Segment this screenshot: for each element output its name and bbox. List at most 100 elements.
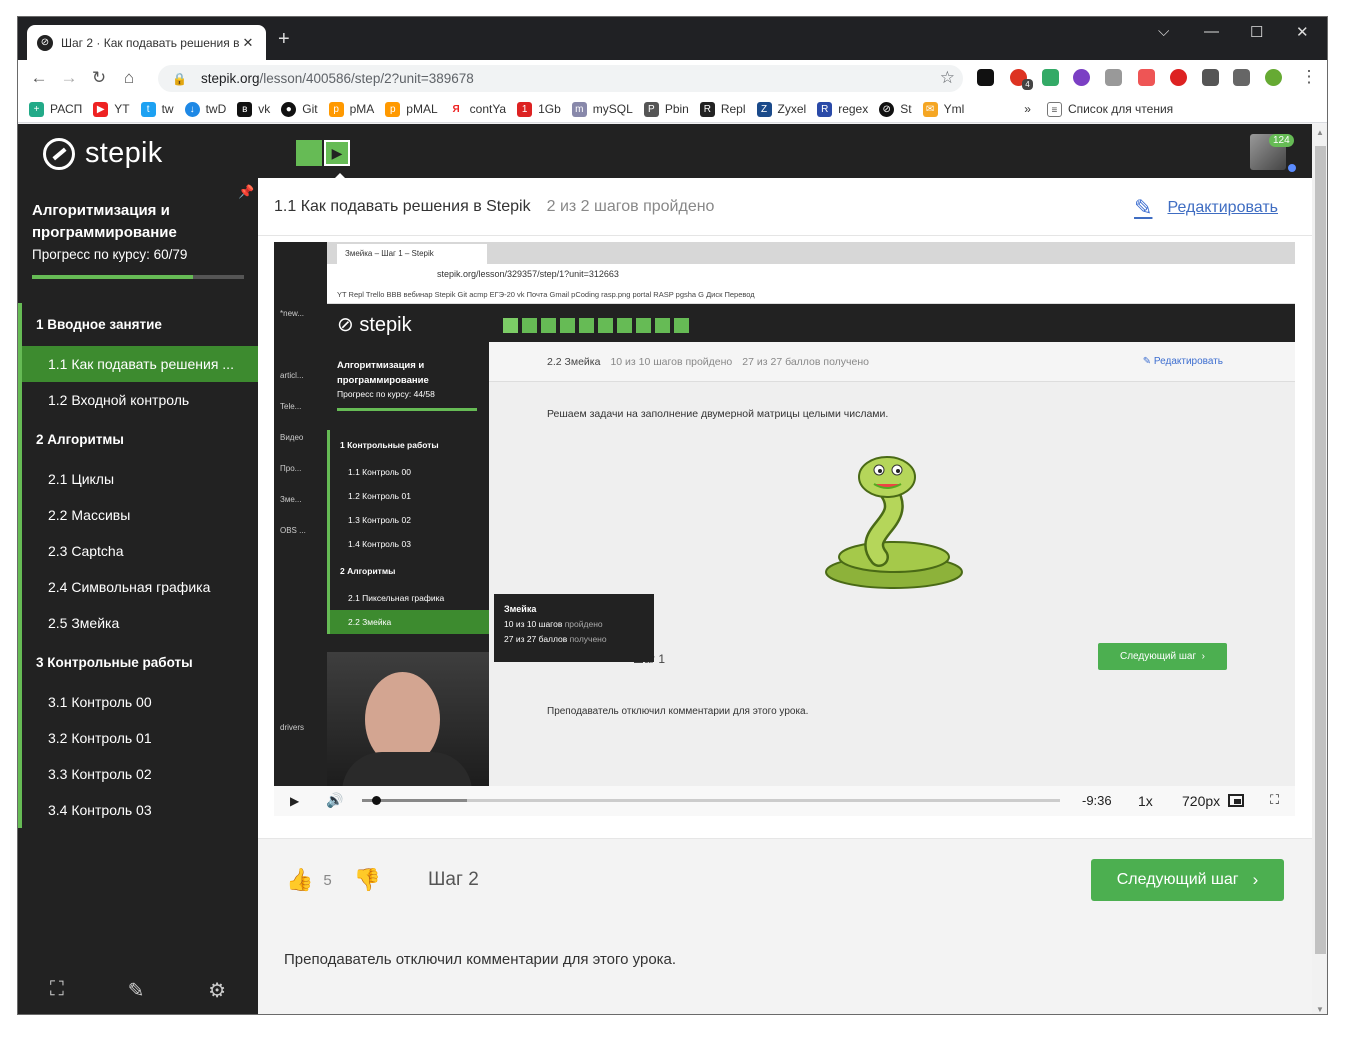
step-square-1[interactable] <box>296 140 322 166</box>
quality-button[interactable]: 720px <box>1182 793 1220 809</box>
video-step-square <box>616 317 633 334</box>
fullscreen-icon[interactable]: ⛶ <box>50 978 64 1003</box>
new-tab-icon[interactable]: + <box>278 28 290 51</box>
sidebar-section[interactable]: 3 Контрольные работы <box>18 641 258 684</box>
reading-list-toolbar-icon[interactable] <box>1233 69 1250 86</box>
video-comments-off: Преподаватель отключил комментарии для э… <box>547 706 809 717</box>
bookmark-item[interactable]: Rregex <box>817 101 868 117</box>
settings-gear-icon[interactable]: ⚙ <box>208 978 226 1003</box>
bookmark-item[interactable]: ✉ Yml <box>922 101 964 117</box>
address-bar[interactable]: 🔒 stepik.org/lesson/400586/step/2?unit=3… <box>158 65 963 92</box>
video-taskbar-item <box>274 329 327 360</box>
video-step-square <box>502 317 519 334</box>
bookmark-star-icon[interactable]: ☆ <box>940 68 955 88</box>
back-icon[interactable]: ← <box>24 68 54 88</box>
seek-bar[interactable] <box>362 796 1060 805</box>
bookmark-item[interactable]: ● Git <box>281 101 318 117</box>
video-player[interactable]: *new... articl... Tele... Видео Про... Зме...… <box>274 242 1295 816</box>
thumbs-up-icon[interactable]: 👍 <box>286 867 313 893</box>
sidebar-lesson[interactable]: 2.2 Массивы <box>18 497 258 533</box>
bookmark-item[interactable]: ⊘ St <box>879 101 912 117</box>
bookmark-item[interactable]: R Repl <box>699 101 746 117</box>
scroll-down-icon[interactable]: ▼ <box>1316 1005 1324 1014</box>
seek-knob[interactable] <box>372 796 382 805</box>
bookmark-item[interactable]: p pMA <box>328 101 374 117</box>
yandex-icon: Я <box>448 101 464 117</box>
sidebar-lesson[interactable]: 2.4 Символьная графика <box>18 569 258 605</box>
time-remaining: -9:36 <box>1082 793 1112 808</box>
bookmark-item[interactable]: P Pbin <box>643 101 689 117</box>
step-footer: 👍 5 👎 Шаг 2 Следующий шаг › Преподаватель… <box>258 839 1312 1014</box>
thumbs-down-icon[interactable]: 👎 <box>354 867 381 893</box>
page-scrollbar[interactable]: ▲ ▼ <box>1312 124 1327 1014</box>
bookmark-item[interactable]: m mySQL <box>571 101 633 117</box>
twitter-icon: t <box>140 101 156 117</box>
stepik-logo[interactable]: stepik <box>43 137 163 170</box>
extension-6-icon[interactable] <box>1170 69 1187 86</box>
pencil-icon: ✎ <box>1134 195 1153 220</box>
sidebar-lesson[interactable]: 1.1 Как подавать решения ... <box>18 346 268 382</box>
video-address-bar: stepik.org/lesson/329357/step/1?unit=312… <box>327 264 1295 286</box>
minimize-icon[interactable]: — <box>1204 23 1219 40</box>
video-step-square <box>578 317 595 334</box>
browser-tab[interactable]: ⊘ Шаг 2 · Как подавать решения в Stepik … <box>27 25 266 60</box>
volume-icon[interactable]: 🔊 <box>326 792 343 809</box>
extension-3-icon[interactable] <box>1073 69 1090 86</box>
sidebar-lesson[interactable]: 2.1 Циклы <box>18 461 258 497</box>
profile-icon[interactable] <box>1265 69 1282 86</box>
bookmark-item[interactable]: ЯcontYa <box>448 101 506 117</box>
video-nav-lesson: 1.4 Контроль 03 <box>327 532 489 556</box>
next-step-button[interactable]: Следующий шаг › <box>1091 859 1284 901</box>
extension-2-icon[interactable] <box>1042 69 1059 86</box>
picture-in-picture-icon[interactable] <box>1228 794 1244 807</box>
bookmark-item[interactable]: ▶ YT <box>93 101 130 117</box>
sidebar-lesson[interactable]: 3.1 Контроль 00 <box>18 684 258 720</box>
maximize-icon[interactable]: ☐ <box>1250 23 1263 41</box>
bookmark-item[interactable]: 1 1Gb <box>517 101 561 117</box>
sidebar-lesson[interactable]: 3.3 Контроль 02 <box>18 756 258 792</box>
scroll-thumb[interactable] <box>1315 146 1326 954</box>
step-square-2[interactable]: ▶ <box>324 140 350 166</box>
forward-icon[interactable]: → <box>54 68 84 88</box>
sidebar-section[interactable]: 1 Вводное занятие <box>18 303 258 346</box>
speed-button[interactable]: 1x <box>1138 793 1153 809</box>
video-step-square <box>673 317 690 334</box>
video-controls: ▶ 🔊 -9:36 1x 720px ⛶ <box>274 786 1295 816</box>
sidebar-lesson[interactable]: 1.2 Входной контроль <box>18 382 258 418</box>
browser-menu-icon[interactable]: ⋮ <box>1294 67 1324 87</box>
play-icon[interactable]: ▶ <box>290 794 299 808</box>
fullscreen-video-icon[interactable]: ⛶ <box>1270 792 1279 808</box>
home-icon[interactable]: ⌂ <box>114 68 144 88</box>
bookmark-item[interactable]: p pMAL <box>385 101 438 117</box>
video-taskbar-item: OBS ... <box>280 526 306 535</box>
sidebar-lesson[interactable]: 3.4 Контроль 03 <box>18 792 258 828</box>
more-bookmarks-icon[interactable]: » <box>1024 102 1031 116</box>
close-tab-icon[interactable]: ✕ <box>240 35 256 51</box>
sidebar-lesson[interactable]: 2.3 Captcha <box>18 533 258 569</box>
bookmark-item[interactable]: ↓ twD <box>184 101 226 117</box>
scroll-up-icon[interactable]: ▲ <box>1316 128 1324 137</box>
tab-search-chevron-icon[interactable]: ⌵ <box>1158 23 1169 40</box>
reload-icon[interactable]: ↻ <box>84 68 114 88</box>
vk-extension-icon[interactable] <box>977 69 994 86</box>
edit-pencil-icon[interactable]: ✎ <box>128 978 145 1003</box>
puzzle-extensions-icon[interactable] <box>1202 69 1219 86</box>
sidebar-footer: ⛶ ✎ ⚙ <box>18 978 258 1003</box>
bookmark-item[interactable]: в vk <box>237 101 270 117</box>
bookmark-item[interactable]: t tw <box>140 101 174 117</box>
reading-list[interactable]: ≡ Список для чтения <box>1046 101 1173 117</box>
phpmyadmin-icon: p <box>328 101 344 117</box>
bookmark-item[interactable]: Z Zyxel <box>756 101 806 117</box>
lesson-header: 1.1 Как подавать решения в Stepik 2 из 2… <box>258 178 1312 236</box>
sidebar-section[interactable]: 2 Алгоритмы <box>18 418 258 461</box>
close-window-icon[interactable]: ✕ <box>1296 23 1309 41</box>
edit-link[interactable]: ✎ Редактировать <box>1134 195 1278 221</box>
bookmark-item[interactable]: + РАСП <box>29 101 82 117</box>
extension-5-icon[interactable] <box>1138 69 1155 86</box>
sidebar-lesson[interactable]: 3.2 Контроль 01 <box>18 720 258 756</box>
course-title[interactable]: Алгоритмизация и программирование <box>32 200 232 244</box>
video-frame[interactable]: *new... articl... Tele... Видео Про... Зме...… <box>274 242 1295 792</box>
sidebar-lesson[interactable]: 2.5 Змейка <box>18 605 258 641</box>
shield-extension-icon[interactable] <box>1105 69 1122 86</box>
pin-icon[interactable]: 📌 <box>238 184 254 200</box>
